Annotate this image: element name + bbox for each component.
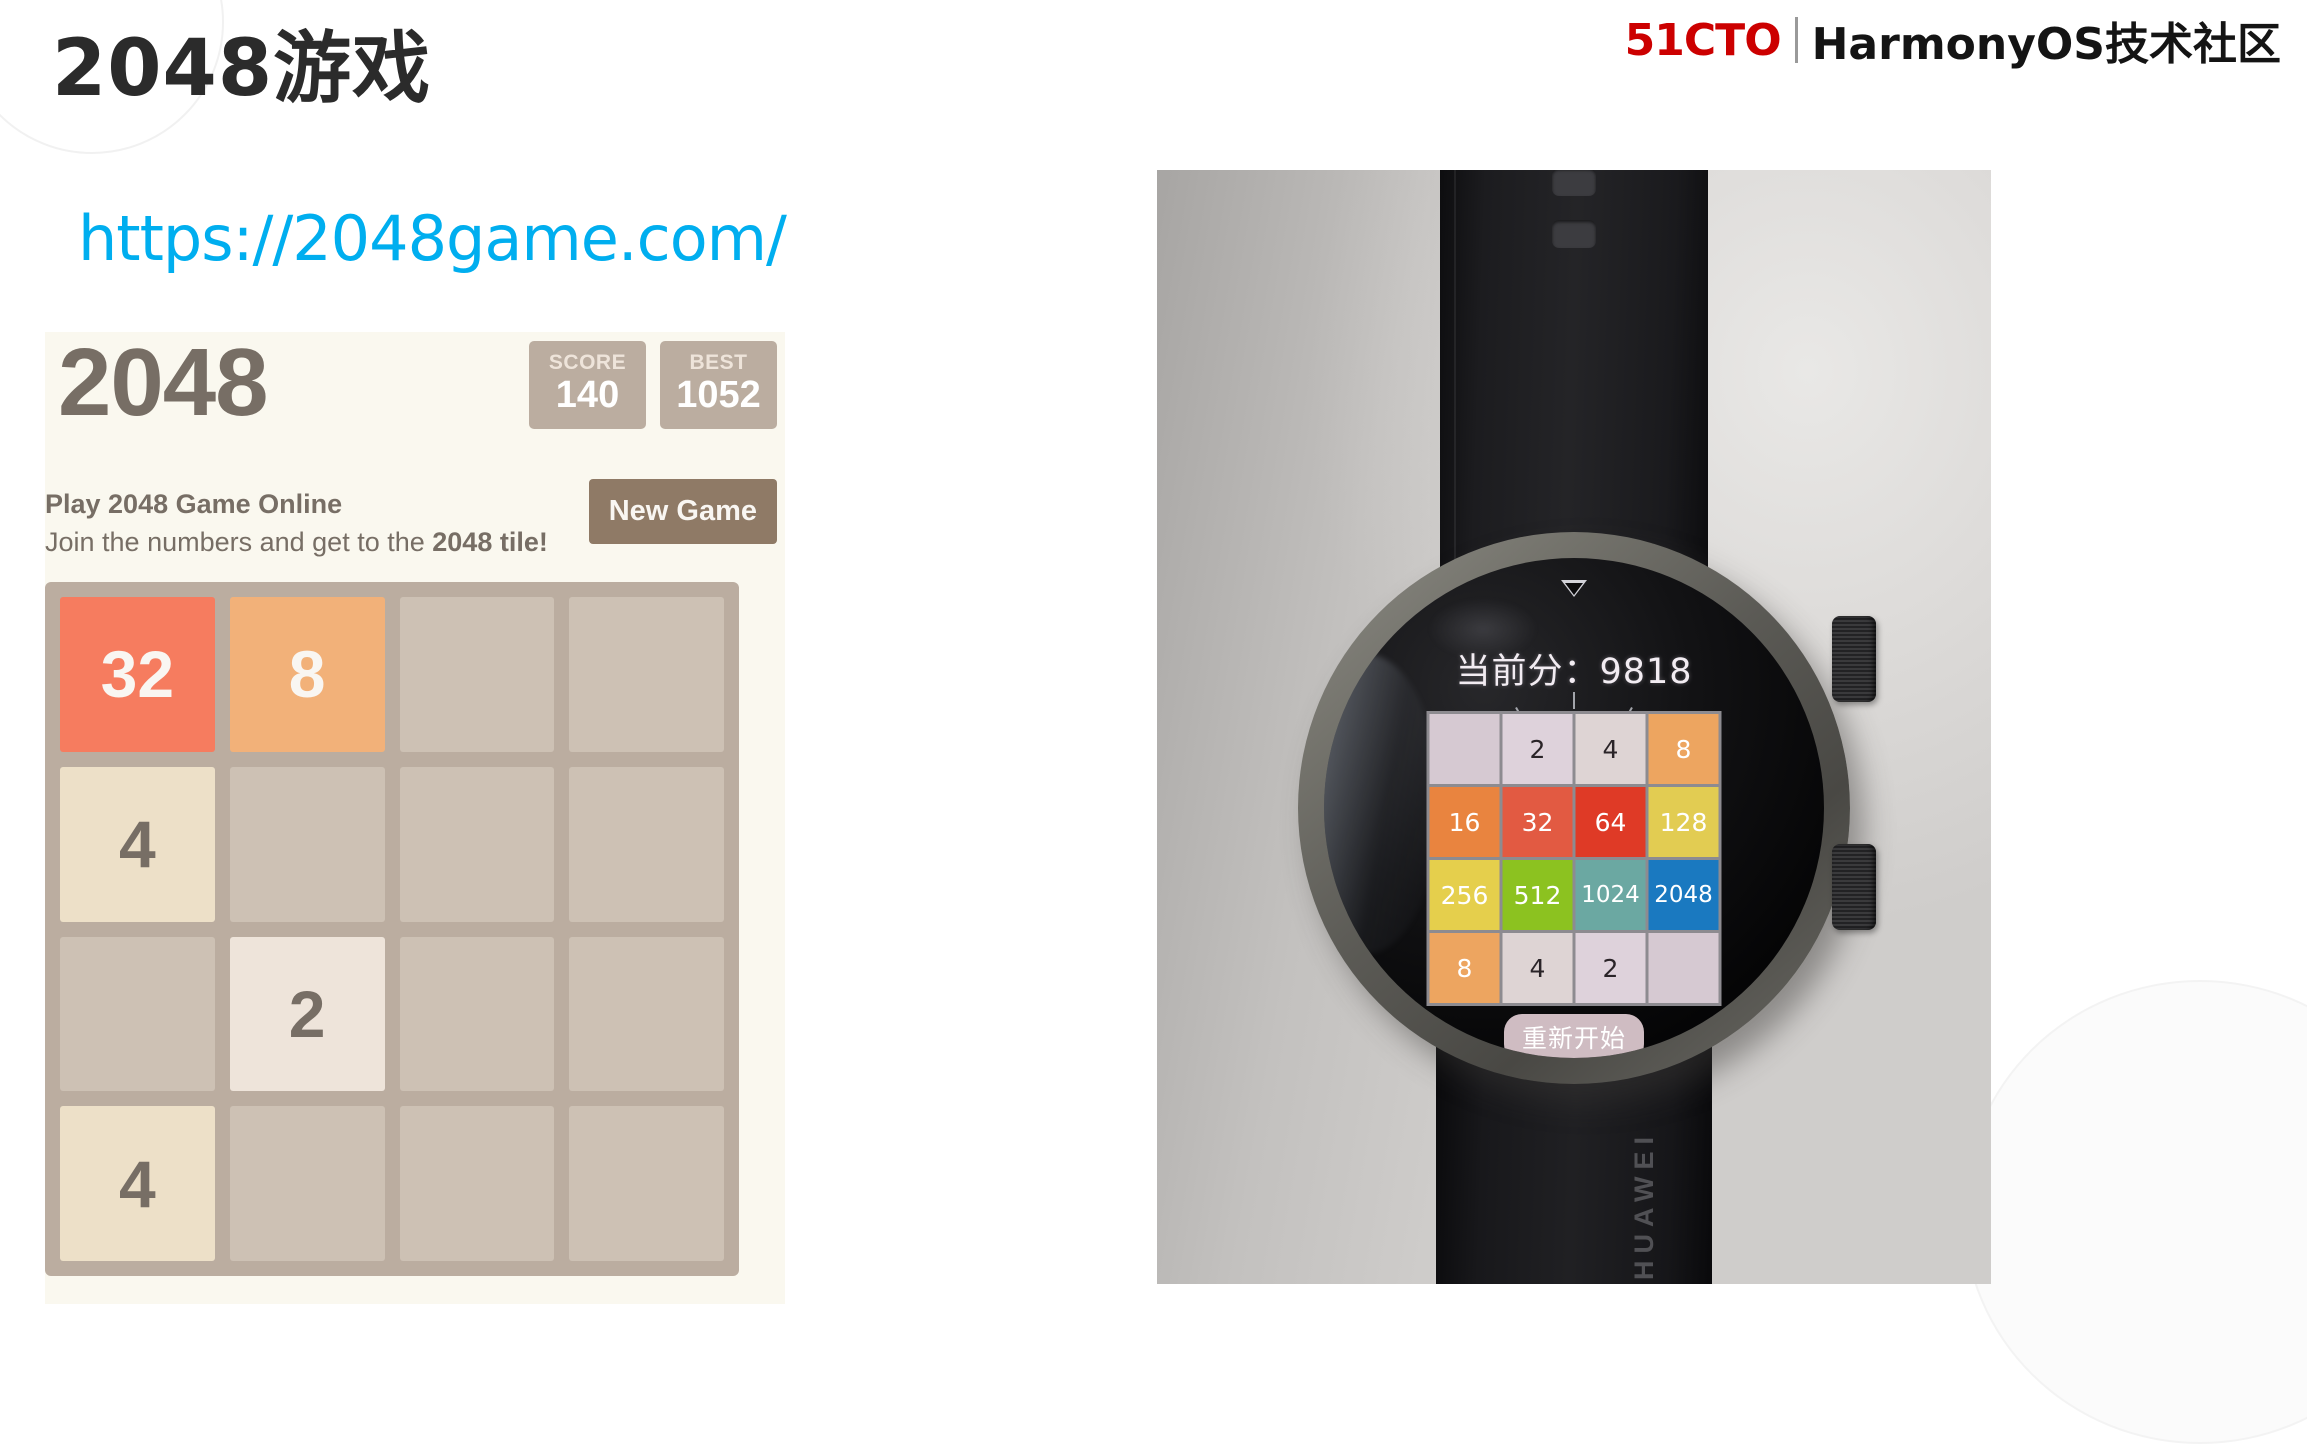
watch-tile-256: 256	[1429, 860, 1500, 930]
web-empty-cell	[399, 597, 555, 752]
brand-logo: 51CTO HarmonyOS技术社区	[1625, 8, 2281, 72]
web-2048-panel: 2048 SCORE 140 BEST 1052 Play 2048 Game …	[45, 332, 785, 1304]
strap-hole	[1552, 220, 1596, 248]
tagline-secondary-plain: Join the numbers and get to the	[45, 527, 433, 557]
best-score-box: BEST 1052	[660, 341, 777, 429]
decorative-corner-bottom-right	[1963, 980, 2307, 1444]
score-box: SCORE 140	[529, 341, 646, 429]
watch-tile-8: 8	[1429, 933, 1500, 1003]
watch-crown-upper[interactable]	[1832, 616, 1876, 702]
brand-divider	[1794, 17, 1798, 63]
watch-tile-2048: 2048	[1648, 860, 1719, 930]
watch-tile-4: 4	[1575, 714, 1646, 784]
strap-hole	[1552, 170, 1596, 196]
score-label: SCORE	[548, 351, 627, 374]
glass-reflection	[1324, 654, 1440, 954]
web-tile-32: 32	[60, 597, 215, 752]
web-empty-cell	[569, 766, 724, 922]
score-boxes: SCORE 140 BEST 1052	[529, 341, 777, 429]
watch-crown-lower[interactable]	[1832, 844, 1876, 930]
site-url-link[interactable]: https://2048game.com/	[78, 202, 787, 275]
tagline-secondary-bold: 2048 tile!	[432, 527, 548, 557]
watch-tile-16: 16	[1429, 787, 1500, 857]
web-empty-cell	[229, 766, 385, 922]
tagline-secondary: Join the numbers and get to the 2048 til…	[45, 527, 548, 558]
watch-tile-1024: 1024	[1575, 860, 1646, 930]
watch-body: 当前分：9818 2 4 8 16 32 64 128 256 512 1024 2048 8 4 2 重…	[1298, 532, 1876, 1084]
web-empty-cell	[569, 597, 724, 752]
strap-brand-text: HUAWEI	[1629, 1130, 1659, 1280]
web-tile-4: 4	[60, 1106, 215, 1261]
watch-empty-cell	[1429, 714, 1500, 784]
web-empty-cell	[60, 936, 215, 1092]
watch-game-grid[interactable]: 2 4 8 16 32 64 128 256 512 1024 2048 8 4 2	[1426, 711, 1722, 1006]
watch-tile-2: 2	[1575, 933, 1646, 1003]
watch-score-text: 当前分：9818	[1455, 652, 1693, 692]
restart-button[interactable]: 重新开始	[1503, 1014, 1645, 1058]
watch-tile-128: 128	[1648, 787, 1719, 857]
tagline-primary: Play 2048 Game Online	[45, 489, 343, 519]
web-tile-8: 8	[229, 597, 385, 752]
web-empty-cell	[399, 766, 555, 922]
web-tile-4: 4	[60, 766, 215, 922]
watch-empty-cell	[1648, 933, 1719, 1003]
best-label: BEST	[689, 351, 748, 374]
nav-triangle-icon	[1561, 580, 1587, 597]
page-title: 2048游戏	[52, 24, 432, 114]
web-empty-cell	[399, 936, 555, 1092]
watch-tile-8: 8	[1648, 714, 1719, 784]
web-empty-cell	[569, 1106, 724, 1261]
web-empty-cell	[569, 936, 724, 1092]
watch-tile-4: 4	[1502, 933, 1573, 1003]
web-empty-cell	[399, 1106, 555, 1261]
web-empty-cell	[229, 1106, 385, 1261]
watch-tile-512: 512	[1502, 860, 1573, 930]
score-value: 140	[555, 374, 620, 417]
smartwatch-photo: HUAWEI 当前分：9818 2 4 8 16 32 64 128 256 512 1024 20…	[1157, 170, 1991, 1284]
watch-tile-2: 2	[1502, 714, 1573, 784]
brand-community-name: HarmonyOS技术社区	[1811, 19, 2281, 70]
web-tile-2: 2	[229, 936, 385, 1092]
new-game-button[interactable]: New Game	[588, 479, 777, 544]
best-value: 1052	[676, 374, 761, 417]
web-game-grid[interactable]: 32 8 4 2 4	[45, 582, 739, 1276]
watch-tile-32: 32	[1502, 787, 1573, 857]
watch-tile-64: 64	[1575, 787, 1646, 857]
game-heading: 2048	[58, 329, 269, 436]
brand-51cto-text: 51CTO	[1624, 14, 1782, 66]
watch-screen[interactable]: 当前分：9818 2 4 8 16 32 64 128 256 512 1024 2048 8 4 2 重…	[1324, 558, 1824, 1058]
